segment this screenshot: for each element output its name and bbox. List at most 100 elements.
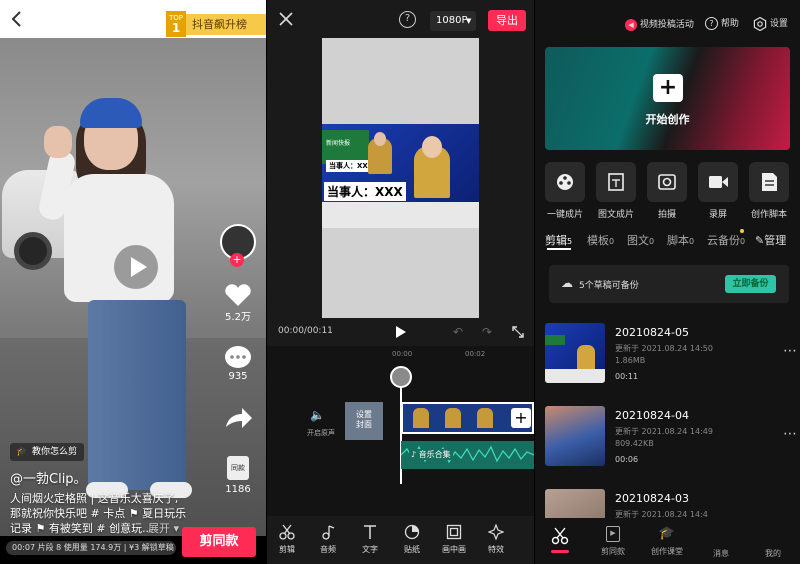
caption-line-3: 记录 ⚑ 有被笑到 # 创意玩... <box>10 522 153 535</box>
undo-icon[interactable]: ↶ <box>453 325 463 339</box>
tool-edit[interactable]: 剪辑 <box>267 524 307 555</box>
follow-plus-icon[interactable]: + <box>230 253 244 267</box>
play-button[interactable] <box>114 245 158 289</box>
tab-script[interactable]: 脚本0 <box>667 232 694 248</box>
tab-cloud-backup[interactable]: 云备份0 <box>707 232 745 248</box>
tool-text[interactable]: 文字 <box>350 524 390 555</box>
ruler-tick-1: 00:02 <box>465 350 486 358</box>
new-dot <box>740 229 744 233</box>
playhead-thumb[interactable] <box>390 366 412 388</box>
back-button[interactable] <box>10 10 24 28</box>
graduation-cap-icon: 🎓 <box>658 526 676 541</box>
add-clip-button[interactable]: + <box>511 408 531 428</box>
like-button[interactable]: 5.2万 <box>218 282 258 323</box>
clip-frame-thumb <box>477 408 493 428</box>
anchor-left-face <box>374 132 386 146</box>
expand-link[interactable]: 展开 ▾ <box>148 520 179 536</box>
editor-panel: ? 1080P ▼ 导出 新闻快报 当事人：XXX 当事人：XXX 00:00/… <box>267 0 534 564</box>
manage-button[interactable]: ✎管理 <box>755 232 786 248</box>
more-icon[interactable]: ⋯ <box>783 343 798 359</box>
play-button[interactable] <box>395 325 407 339</box>
nav-cut-same[interactable]: ▶ 剪同款 <box>583 522 643 557</box>
chevron-left-icon <box>11 11 21 27</box>
nav-edit[interactable] <box>551 527 569 545</box>
quick-script[interactable]: 创作脚本 <box>749 162 789 220</box>
tool-audio-label: 音频 <box>320 545 336 554</box>
rank-top-badge: TOP 1 <box>166 11 186 37</box>
video-feed-panel: 抖音飙升榜 TOP 1 + 5.2万 935 同款 1186 🎓 教你怎么剪 @… <box>0 0 266 564</box>
audio-label-text: 音乐合集 <box>418 450 451 459</box>
draft-item[interactable]: 20210824-05 更新于 2021.08.24 14:50 1.86MB … <box>545 323 798 387</box>
draft-title: 20210824-03 <box>615 492 689 505</box>
export-button[interactable]: 导出 <box>488 10 526 31</box>
graduation-cap-icon: 🎓 <box>16 447 28 457</box>
news-preview-frame: 新闻快报 当事人：XXX 当事人：XXX <box>322 124 479 228</box>
tutorial-label: 教你怎么剪 <box>32 447 78 457</box>
settings-link[interactable]: 设置 <box>753 16 788 31</box>
start-create-label: 开始创作 <box>645 113 690 126</box>
backup-bar: ☁ 5个草稿可备份 立即备份 <box>549 265 789 303</box>
tool-effects[interactable]: 特效 <box>476 524 516 555</box>
lower-third: 当事人：XXX <box>324 182 406 201</box>
tab-template[interactable]: 模板0 <box>587 232 614 248</box>
clip-frame-thumb <box>445 408 461 428</box>
manage-label: 管理 <box>764 234 787 247</box>
quick-image-text[interactable]: 图文成片 <box>596 162 636 220</box>
like-count: 5.2万 <box>225 312 251 323</box>
fullscreen-button[interactable] <box>512 326 524 338</box>
cover-button[interactable]: 设置 封面 <box>345 402 383 440</box>
music-note-icon <box>322 525 335 540</box>
nav-me-label: 我的 <box>765 549 781 558</box>
settings-label: 设置 <box>769 19 788 29</box>
more-icon[interactable]: ⋯ <box>783 426 798 442</box>
nav-course[interactable]: 🎓 创作课堂 <box>637 522 697 557</box>
nav-me[interactable]: 我的 <box>743 548 800 559</box>
cut-same-button[interactable]: 剪同款 <box>182 527 256 557</box>
caption-line-1: 人间烟火定格照 | 这音乐太喜庆了, <box>10 492 179 505</box>
tab-template-count: 0 <box>609 237 615 246</box>
same-template-icon: 同款 <box>227 456 249 480</box>
backup-now-button[interactable]: 立即备份 <box>725 275 776 293</box>
quick-record-screen[interactable]: 录屏 <box>698 162 738 220</box>
audio-track[interactable]: ♪ 音乐合集 <box>401 441 534 469</box>
anchor-right-face <box>422 136 442 158</box>
share-button[interactable] <box>218 405 258 431</box>
caption-line-2: 那就祝你快乐吧 # 卡点 ⚑ 夏日玩乐 <box>10 507 187 520</box>
comment-button[interactable]: 935 <box>218 345 258 382</box>
share-icon <box>226 408 252 428</box>
tutorial-tag[interactable]: 🎓 教你怎么剪 <box>10 443 85 461</box>
event-link[interactable]: ◀ 视频投稿活动 <box>625 17 694 31</box>
tool-audio[interactable]: 音频 <box>308 524 348 555</box>
rank-number: 1 <box>171 21 181 35</box>
sparkle-icon <box>488 524 504 540</box>
redo-icon[interactable]: ↷ <box>482 325 492 339</box>
tool-pip[interactable]: 画中画 <box>434 524 474 555</box>
nav-messages-label: 消息 <box>713 549 729 558</box>
tab-image-text[interactable]: 图文0 <box>627 232 654 248</box>
sticker-icon <box>404 524 420 540</box>
quick-record-screen-label: 录屏 <box>708 210 727 220</box>
draft-thumbnail <box>545 323 605 383</box>
author-name[interactable]: @一勃Clip。 <box>10 468 87 487</box>
draft-item[interactable]: 20210824-04 更新于 2021.08.24 14:49 809.42K… <box>545 406 798 470</box>
draft-size: 809.42KB <box>615 439 654 448</box>
help-link[interactable]: ? 帮助 <box>705 16 739 30</box>
event-label: 视频投稿活动 <box>639 20 694 30</box>
tab-edit[interactable]: 剪辑5 <box>545 232 572 248</box>
draft-updated: 更新于 2021.08.24 14:49 <box>615 427 713 436</box>
nav-messages[interactable]: 消息 <box>691 548 751 559</box>
quick-camera[interactable]: 拍摄 <box>647 162 687 220</box>
tab-edit-label: 剪辑 <box>545 234 567 247</box>
play-icon <box>396 326 406 338</box>
resolution-select[interactable]: 1080P ▼ <box>430 11 476 31</box>
draft-thumbnail <box>545 406 605 466</box>
tool-sticker[interactable]: 贴纸 <box>392 524 432 555</box>
close-button[interactable] <box>279 12 293 26</box>
same-template-button[interactable]: 同款 1186 <box>218 456 258 495</box>
fullscreen-icon <box>512 326 524 338</box>
home-panel: ◀ 视频投稿活动 ? 帮助 设置 + 开始创作 一键成片 图文成片 拍摄 录屏 … <box>535 0 800 564</box>
mute-icon[interactable]: 🔈 <box>310 408 325 422</box>
quick-one-click[interactable]: 一键成片 <box>545 162 585 220</box>
help-icon[interactable]: ? <box>399 11 416 28</box>
start-create-card[interactable]: + 开始创作 <box>545 47 790 150</box>
